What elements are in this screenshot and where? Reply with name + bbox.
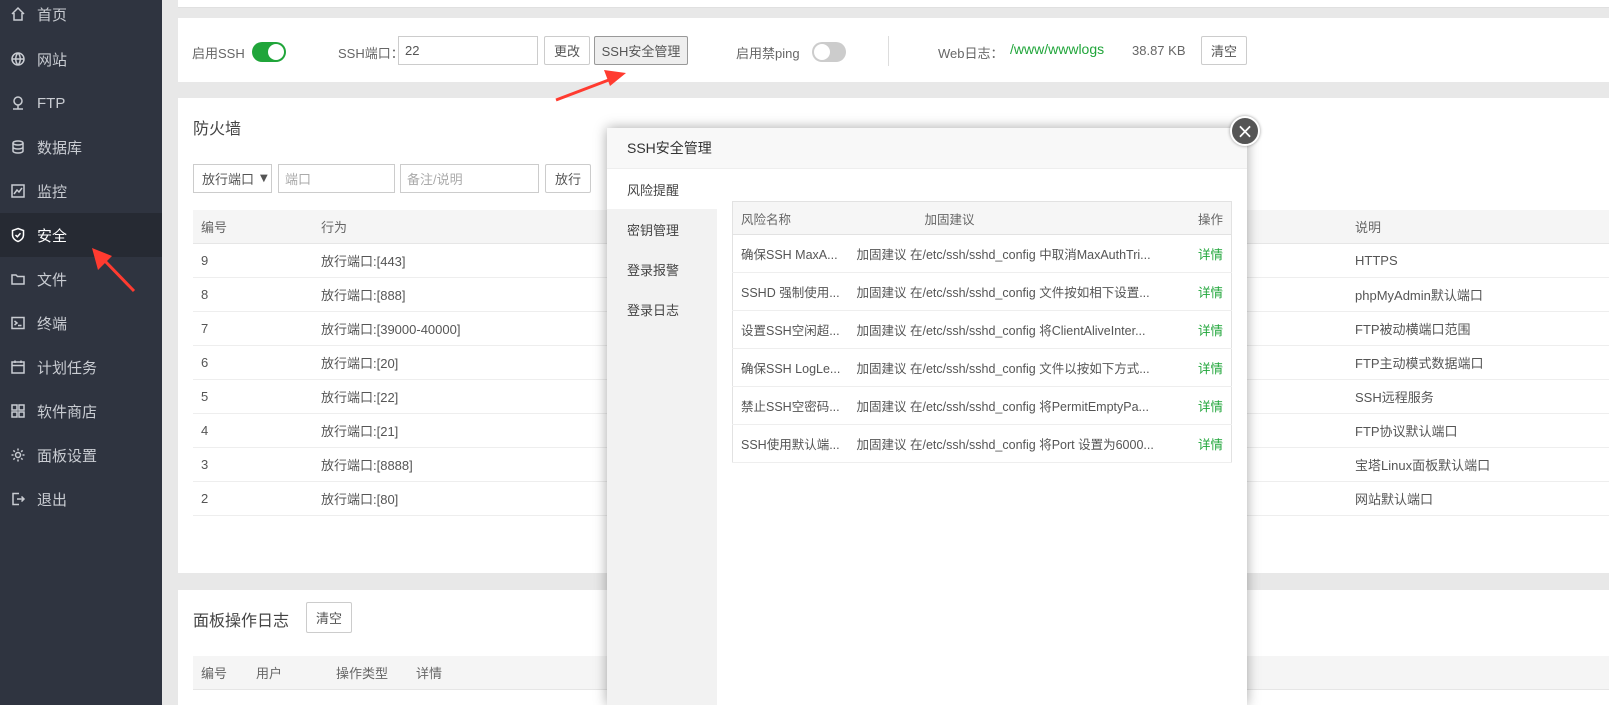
annotation-arrows bbox=[92, 70, 626, 293]
annotation-arrow-icon bbox=[555, 70, 626, 102]
annotation-arrow-icon bbox=[92, 248, 136, 293]
